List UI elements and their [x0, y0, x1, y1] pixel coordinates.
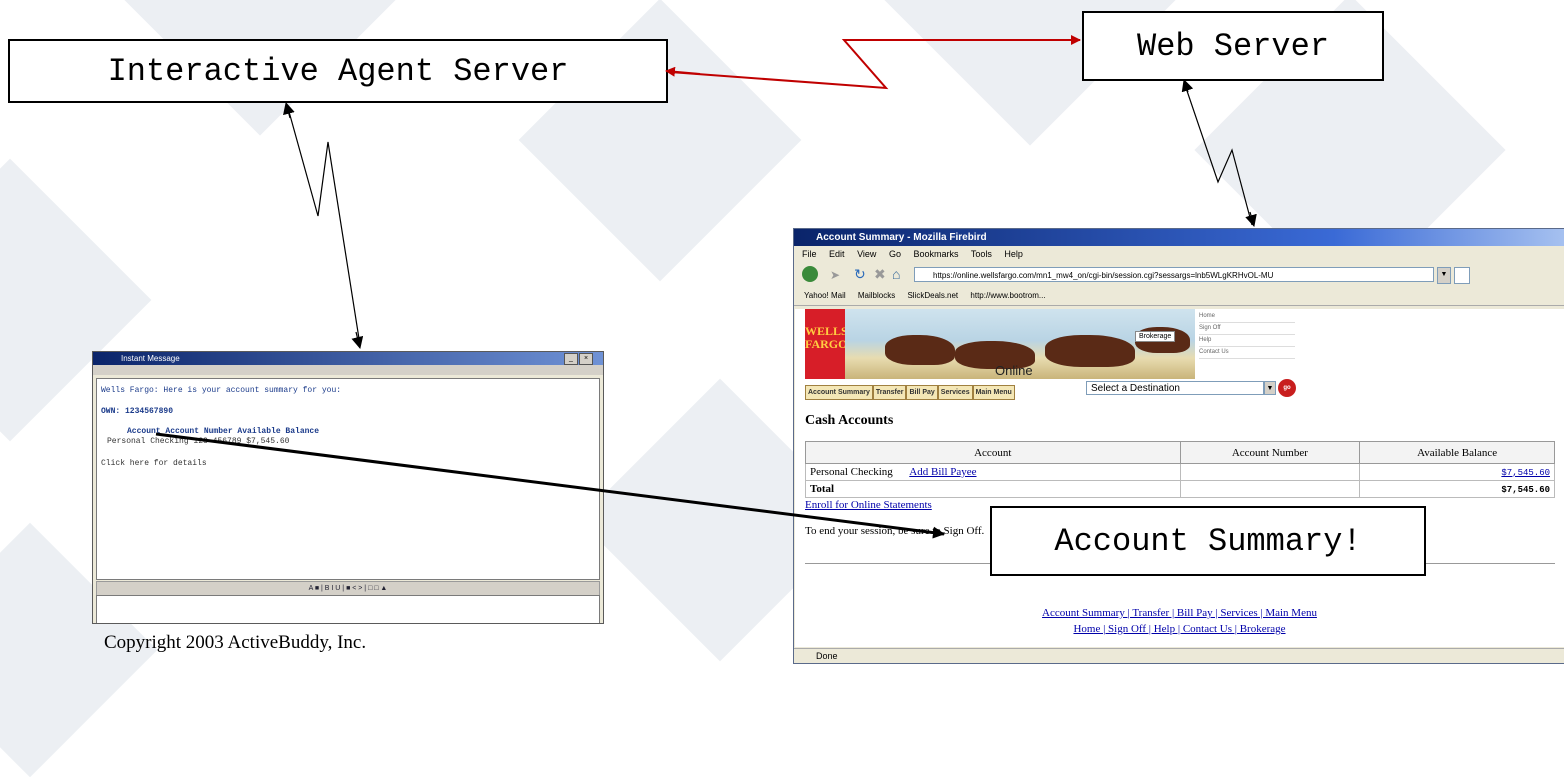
formatting-toolbar[interactable]: A ■ | B I U | ■ < > | □ □ ▲: [96, 581, 600, 596]
message-input[interactable]: [96, 595, 600, 623]
menu-item[interactable]: File: [802, 249, 817, 259]
agent-server-box: Interactive Agent Server: [8, 39, 668, 103]
stop-icon[interactable]: ✖: [874, 266, 886, 283]
brokerage-button[interactable]: Brokerage: [1135, 331, 1176, 342]
web-server-label: Web Server: [1136, 27, 1330, 65]
menu-item[interactable]: Edit: [829, 249, 845, 259]
balance-link[interactable]: $7,545.60: [1501, 468, 1550, 478]
table-cell: [1179, 480, 1361, 498]
table-cell: Total: [805, 480, 1181, 498]
accounts-table: Account Account Number Available Balance…: [805, 441, 1555, 498]
url-bar[interactable]: https://online.wellsfargo.com/mn1_mw4_on…: [914, 267, 1434, 282]
table-row: Personal Checking Add Bill Payee $7,545.…: [805, 463, 1555, 481]
footer-links[interactable]: Home | Sign Off | Help | Contact Us | Br…: [795, 623, 1564, 635]
web-arrow-up: [1181, 79, 1194, 93]
horse-image: [885, 335, 955, 365]
menu-item[interactable]: Go: [889, 249, 901, 259]
im-title-bar: Instant Message: [93, 352, 603, 365]
agent-lightning-connector: [287, 107, 361, 346]
enroll-statements-link[interactable]: Enroll for Online Statements: [805, 499, 932, 511]
forward-icon[interactable]: ➤: [830, 268, 840, 282]
im-menu-bar: [93, 365, 603, 375]
column-header: Account Number: [1179, 441, 1361, 464]
chat-line: Personal Checking 123-456789 $7,545.60: [107, 437, 290, 446]
home-icon[interactable]: ⌂: [892, 266, 900, 282]
copyright-text: Copyright 2003 ActiveBuddy, Inc.: [104, 632, 367, 653]
table-cell: Personal Checking Add Bill Payee: [805, 463, 1181, 481]
destination-select[interactable]: Select a Destination: [1086, 381, 1264, 395]
side-link[interactable]: Home: [1199, 311, 1295, 323]
close-button[interactable]: ×: [579, 353, 593, 365]
im-chat-pane: Wells Fargo: Here is your account summar…: [96, 378, 600, 580]
stagecoach-banner: Online Brokerage: [845, 309, 1195, 379]
chat-line: Wells Fargo: Here is your account summar…: [101, 386, 342, 395]
account-summary-callout: Account Summary!: [990, 506, 1426, 576]
url-dropdown-icon[interactable]: ▼: [1437, 267, 1451, 284]
column-header: Account: [805, 441, 1181, 464]
signoff-note: To end your session, be sure to Sign Off…: [805, 525, 985, 537]
bookmark-item[interactable]: Mailblocks: [858, 291, 895, 300]
footer-links[interactable]: Account Summary | Transfer | Bill Pay | …: [795, 607, 1564, 619]
bank-tabs: Account Summary Transfer Bill Pay Services M…: [805, 381, 1015, 400]
menu-item[interactable]: Bookmarks: [913, 249, 958, 259]
bookmark-item[interactable]: Yahoo! Mail: [804, 291, 846, 300]
browser-title-bar: Account Summary - Mozilla Firebird: [794, 229, 1564, 246]
side-link[interactable]: Contact Us: [1199, 347, 1295, 359]
side-links: Home Sign Off Help Contact Us: [1199, 311, 1295, 359]
bookmark-item[interactable]: http://www.bootrom...: [970, 291, 1045, 300]
table-cell: [1179, 463, 1361, 481]
table-cell: $7,545.60: [1359, 463, 1555, 481]
wells-fargo-logo[interactable]: WELLS FARGO: [805, 309, 848, 379]
chevron-down-icon[interactable]: ▼: [1264, 381, 1276, 395]
tab-account-summary[interactable]: Account Summary: [805, 385, 873, 400]
menu-item[interactable]: Tools: [971, 249, 992, 259]
status-bar: Done: [794, 648, 1564, 663]
bookmark-item[interactable]: SlickDeals.net: [907, 291, 958, 300]
side-link[interactable]: Sign Off: [1199, 323, 1295, 335]
browser-menu-bar: File Edit View Go Bookmarks Tools Help: [794, 246, 1564, 263]
total-balance: $7,545.60: [1501, 485, 1550, 495]
chat-line: Click here for details: [101, 459, 207, 468]
callout-label: Account Summary!: [1054, 522, 1362, 560]
tab-bill-pay[interactable]: Bill Pay: [906, 385, 938, 400]
navigation-toolbar: ➤ ↻ ✖ ⌂ https://online.wellsfargo.com/mn…: [794, 263, 1564, 287]
minimize-button[interactable]: _: [564, 353, 578, 365]
table-row: Total $7,545.60: [805, 480, 1555, 498]
chat-line: Account Account Number Available Balance: [127, 427, 320, 436]
agent-server-label: Interactive Agent Server: [107, 52, 569, 90]
bookmarks-toolbar: Yahoo! Mail Mailblocks SlickDeals.net ht…: [794, 287, 1564, 306]
bank-page: WELLS FARGO Online Brokerage Home Sign O…: [795, 309, 1564, 647]
tab-services[interactable]: Services: [937, 385, 973, 400]
go-button[interactable]: go: [1278, 379, 1296, 397]
reload-icon[interactable]: ↻: [854, 266, 866, 283]
online-label: Online: [995, 363, 1033, 378]
web-server-box: Web Server: [1082, 11, 1384, 81]
add-payee-link[interactable]: Add Bill Payee: [909, 466, 976, 478]
browser-window: Account Summary - Mozilla Firebird File …: [793, 228, 1564, 664]
agent-arrow-down: [351, 331, 364, 349]
im-client-window: Instant Message _ × Wells Fargo: Here is…: [92, 351, 604, 624]
web-arrow-down: [1245, 211, 1257, 227]
menu-item[interactable]: Help: [1004, 249, 1023, 259]
horse-image: [1045, 335, 1135, 367]
column-header: Available Balance: [1359, 441, 1555, 464]
tab-main-menu[interactable]: Main Menu: [972, 385, 1015, 400]
go-icon[interactable]: [1454, 267, 1470, 284]
menu-item[interactable]: View: [857, 249, 876, 259]
side-link[interactable]: Help: [1199, 335, 1295, 347]
section-title: Cash Accounts: [805, 413, 894, 428]
chat-line: OWN: 1234567890: [101, 407, 174, 416]
tab-transfer[interactable]: Transfer: [872, 385, 907, 400]
back-icon[interactable]: [802, 266, 818, 282]
table-cell: $7,545.60: [1359, 480, 1555, 498]
